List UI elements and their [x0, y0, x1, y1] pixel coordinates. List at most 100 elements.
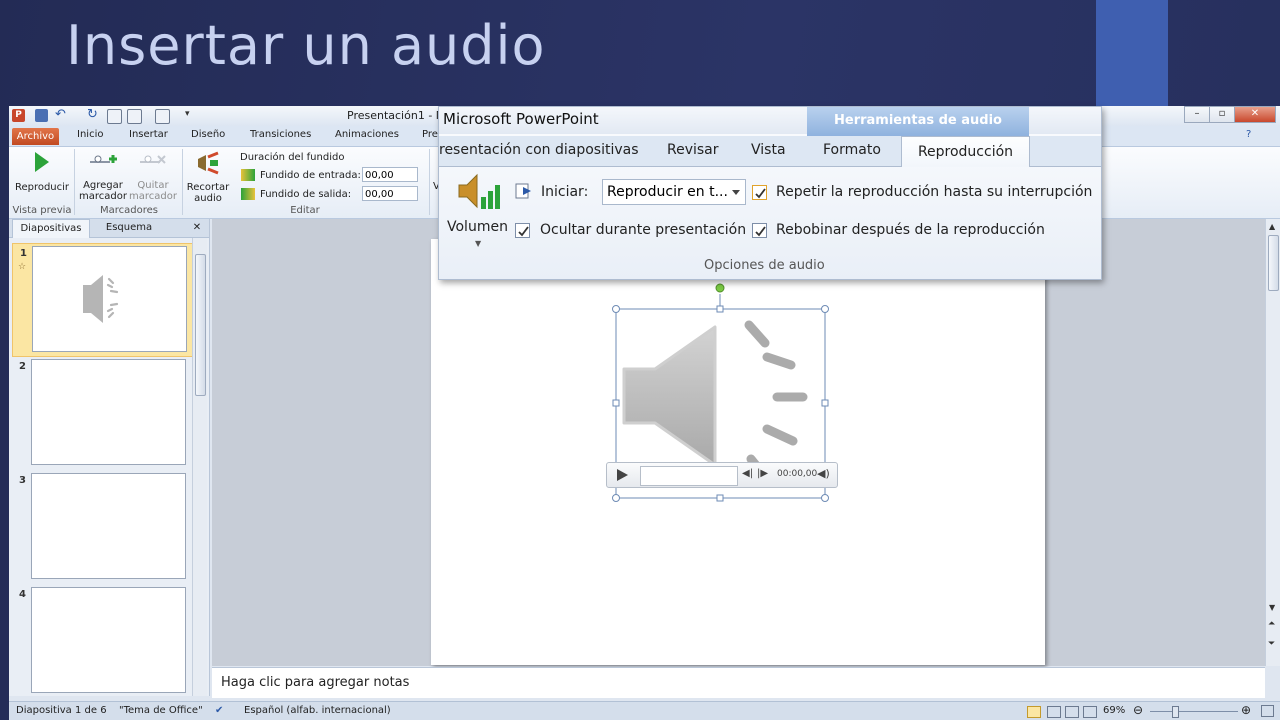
slides-pane: Diapositivas Esquema ✕ 1 ☆ 2 3 4 [9, 219, 210, 696]
slide-preview [31, 473, 186, 579]
group-separator [182, 149, 183, 215]
tab-archivo[interactable]: Archivo [12, 128, 59, 145]
add-marker-label-2: marcador [79, 191, 127, 202]
restore-button[interactable]: ▫ [1209, 106, 1235, 123]
start-icon [515, 182, 535, 200]
player-time: 00:00,00 [777, 469, 818, 479]
fade-in-icon [241, 169, 255, 181]
fade-in-label: Fundido de entrada: [260, 170, 361, 181]
minimize-button[interactable]: – [1184, 106, 1210, 123]
view-slideshow-icon[interactable] [1083, 706, 1097, 718]
slide-thumbnail[interactable]: 2 [12, 357, 192, 469]
scrollbar-thumb[interactable] [1268, 235, 1279, 291]
layout-icon[interactable] [127, 109, 142, 124]
magnified-tabs: resentación con diapositivas Revisar Vis… [439, 136, 1101, 167]
trim-audio-button[interactable]: Recortar audio [185, 151, 231, 204]
tab-esquema[interactable]: Esquema [91, 219, 167, 237]
app-title: Microsoft PowerPoint [443, 110, 599, 128]
volume-button[interactable]: Volumen ▼ [445, 171, 509, 251]
fit-to-window-icon[interactable] [1261, 705, 1274, 717]
customize-qat-icon[interactable]: ▾ [185, 109, 198, 122]
group-separator [74, 149, 75, 215]
play-button[interactable]: Reproducir [12, 151, 72, 193]
tab-presentacion-diapositivas[interactable]: resentación con diapositivas [439, 142, 639, 158]
new-slide-icon[interactable] [155, 109, 170, 124]
next-slide-icon[interactable]: ⏷ [1268, 639, 1275, 649]
tab-transiciones[interactable]: Transiciones [250, 129, 311, 140]
rewind-checkbox[interactable] [752, 223, 767, 238]
slide-number: 4 [19, 589, 26, 600]
zoom-in-button[interactable]: ⊕ [1241, 703, 1251, 717]
volume-label: Volumen [447, 219, 508, 235]
view-sorter-icon[interactable] [1047, 706, 1061, 718]
view-normal-icon[interactable] [1027, 706, 1041, 718]
start-dropdown[interactable]: Reproducir en t... [602, 179, 746, 205]
player-prev-icon[interactable]: ◀| [742, 468, 753, 479]
view-reading-icon[interactable] [1065, 706, 1079, 718]
trim-audio-icon [198, 151, 219, 175]
tab-revisar[interactable]: Revisar [667, 142, 719, 158]
add-marker-button[interactable]: Agregar marcador [79, 153, 127, 202]
loop-label: Repetir la reproducción hasta su interru… [776, 184, 1093, 200]
player-volume-icon[interactable]: ◀) [817, 467, 830, 480]
tab-reproduccion[interactable]: Reproducción [901, 136, 1030, 167]
audio-object[interactable] [431, 239, 1045, 665]
trim-audio-label-1: Recortar [186, 182, 230, 193]
play-icon [35, 152, 49, 172]
slide-thumbnail[interactable]: 4 [12, 585, 192, 697]
scrollbar-thumb[interactable] [195, 254, 206, 396]
editor-scrollbar[interactable]: ▲ ▼ ⏶ ⏷ [1265, 219, 1280, 666]
group-separator [429, 149, 430, 215]
slide-thumbnail[interactable]: 1 ☆ [12, 243, 194, 357]
tab-inicio[interactable]: Inicio [77, 129, 103, 140]
undo-icon[interactable]: ↶ [55, 108, 68, 122]
spellcheck-icon[interactable]: ✔ [215, 705, 223, 716]
volume-icon [458, 173, 500, 209]
group-marcadores: Marcadores [100, 205, 158, 216]
rewind-label: Rebobinar después de la reproducción [776, 222, 1045, 238]
zoom-slider[interactable] [1150, 711, 1238, 712]
help-icon[interactable]: ? [1246, 129, 1251, 140]
prev-slide-icon[interactable]: ⏶ [1268, 619, 1275, 629]
speaker-icon [83, 275, 119, 323]
player-play-button[interactable] [617, 469, 628, 481]
chevron-down-icon [732, 190, 740, 195]
close-pane-button[interactable]: ✕ [189, 219, 205, 237]
close-button[interactable]: ✕ [1234, 106, 1276, 123]
slide-editor: ◀| |▶ 00:00,00 ◀) [212, 219, 1265, 666]
language-label[interactable]: Español (alfab. internacional) [244, 705, 391, 716]
tab-animaciones[interactable]: Animaciones [335, 129, 399, 140]
zoom-out-button[interactable]: ⊖ [1133, 703, 1143, 717]
tab-formato[interactable]: Formato [823, 142, 881, 158]
tab-insertar[interactable]: Insertar [129, 129, 168, 140]
fade-out-input[interactable]: 00,00 [362, 186, 418, 201]
tab-diapositivas[interactable]: Diapositivas [12, 219, 90, 238]
zoom-level[interactable]: 69% [1103, 705, 1125, 716]
remove-marker-label-2: marcador [129, 191, 177, 202]
tab-diseno[interactable]: Diseño [191, 129, 225, 140]
player-progress-bar[interactable] [640, 466, 738, 486]
scroll-up-arrow[interactable]: ▲ [1269, 222, 1275, 231]
group-editar: Editar [290, 205, 320, 216]
contextual-tab-group: Herramientas de audio [807, 107, 1029, 136]
slide-thumbnail[interactable]: 3 [12, 471, 192, 583]
pane-scrollbar[interactable] [192, 238, 207, 696]
fade-in-input[interactable]: 00,00 [362, 167, 418, 182]
save-icon[interactable] [35, 109, 48, 122]
zoom-slider-thumb[interactable] [1172, 706, 1179, 718]
loop-checkbox[interactable] [752, 185, 767, 200]
pane-tabs: Diapositivas Esquema ✕ [9, 219, 209, 238]
player-next-icon[interactable]: |▶ [757, 468, 768, 479]
hide-checkbox[interactable] [515, 223, 530, 238]
tab-vista[interactable]: Vista [751, 142, 786, 158]
remove-marker-button[interactable]: Quitar marcador [129, 153, 177, 202]
redo-icon[interactable]: ↻ [87, 108, 100, 122]
slide-number: 1 [20, 248, 27, 259]
scroll-down-arrow[interactable]: ▼ [1269, 603, 1275, 612]
page-title: Insertar un audio [66, 14, 546, 77]
start-dropdown-value: Reproducir en t... [607, 184, 728, 200]
start-label: Iniciar: [541, 184, 589, 200]
slideshow-icon[interactable] [107, 109, 122, 124]
current-slide: ◀| |▶ 00:00,00 ◀) [431, 239, 1045, 665]
notes-pane[interactable]: Haga clic para agregar notas [212, 667, 1265, 698]
